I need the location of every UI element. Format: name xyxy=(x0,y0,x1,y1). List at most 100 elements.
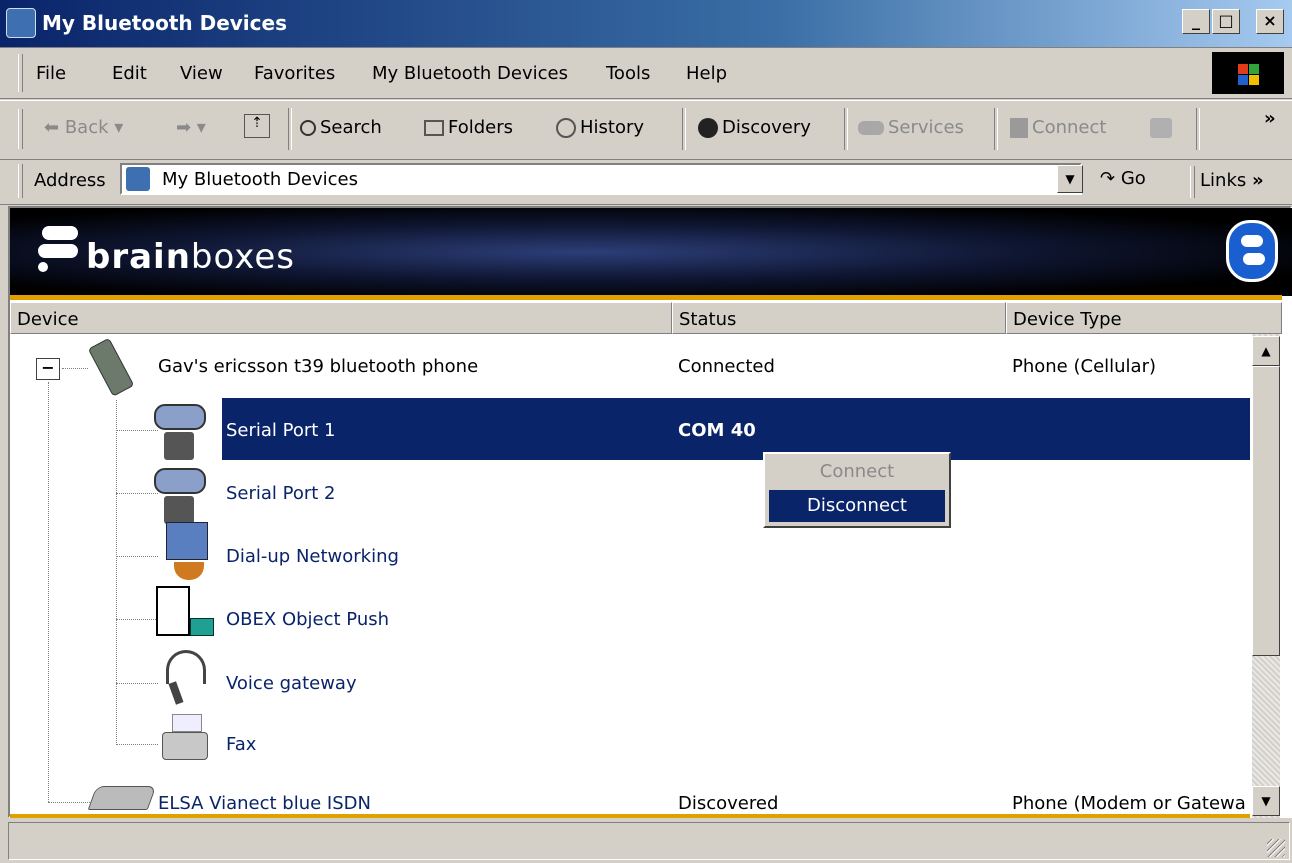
forward-button[interactable]: ➡ ▾ xyxy=(176,117,206,138)
back-arrow-icon: ⬅ xyxy=(44,117,60,138)
tree-line xyxy=(116,430,158,431)
tree-line xyxy=(116,619,158,620)
resize-grip-icon[interactable] xyxy=(1267,839,1285,857)
discovery-button[interactable]: Discovery xyxy=(698,117,811,138)
column-header-device[interactable]: Device xyxy=(10,302,672,334)
menu-file[interactable]: File xyxy=(36,63,66,84)
toolbar-separator xyxy=(682,108,686,150)
arrow-down-icon: ▼ xyxy=(1261,794,1271,808)
service-status: COM 40 xyxy=(678,420,756,441)
device-status: Discovered xyxy=(678,793,779,814)
menu-edit[interactable]: Edit xyxy=(112,63,147,84)
connect-button[interactable]: Connect xyxy=(1010,117,1106,138)
scroll-up-button[interactable]: ▲ xyxy=(1252,336,1280,366)
connect-icon xyxy=(1010,118,1028,138)
links-more-chevron: » xyxy=(1251,170,1264,191)
banner-accent-line xyxy=(10,814,1250,818)
windows-logo-icon xyxy=(1212,52,1284,94)
service-name[interactable]: OBEX Object Push xyxy=(226,609,389,630)
menu-my-bluetooth-devices[interactable]: My Bluetooth Devices xyxy=(372,63,568,84)
properties-button[interactable] xyxy=(1150,117,1176,138)
services-button[interactable]: Services xyxy=(858,117,964,138)
context-menu-connect[interactable]: Connect xyxy=(769,456,945,488)
tree-line xyxy=(116,493,158,494)
context-menu-disconnect[interactable]: Disconnect xyxy=(769,490,945,522)
brainboxes-logo-icon xyxy=(38,226,82,274)
toolbar-grip xyxy=(18,109,23,149)
address-grip xyxy=(18,164,23,198)
context-menu: Connect Disconnect xyxy=(763,452,951,528)
go-arrow-icon: ↷ xyxy=(1100,168,1116,189)
folders-button[interactable]: Folders xyxy=(424,117,513,138)
minimize-button[interactable]: _ xyxy=(1182,9,1210,34)
toolbar-more-chevron[interactable]: » xyxy=(1264,108,1276,129)
go-label: Go xyxy=(1120,168,1146,189)
address-input[interactable]: My Bluetooth Devices xyxy=(120,163,1082,195)
device-type: Phone (Cellular) xyxy=(1012,356,1157,377)
folders-icon xyxy=(424,120,444,136)
obex-object-push-icon xyxy=(156,586,214,648)
up-folder-icon[interactable]: ⇡ xyxy=(244,114,270,138)
back-label: Back xyxy=(64,117,109,138)
toolbar-separator xyxy=(288,108,292,150)
menu-view[interactable]: View xyxy=(180,63,223,84)
brainboxes-badge-icon xyxy=(1226,220,1278,282)
discovery-label: Discovery xyxy=(722,117,811,138)
tree-line xyxy=(116,683,158,684)
bluetooth-devices-icon xyxy=(6,8,36,38)
discovery-icon xyxy=(698,118,718,138)
column-header-device-type[interactable]: Device Type xyxy=(1006,302,1282,334)
collapse-expander[interactable]: − xyxy=(36,358,60,380)
dial-up-networking-icon xyxy=(156,522,214,584)
go-button[interactable]: ↷ Go xyxy=(1100,168,1146,189)
search-label: Search xyxy=(320,117,382,138)
device-status: Connected xyxy=(678,356,775,377)
history-button[interactable]: History xyxy=(556,117,644,138)
tree-line xyxy=(116,744,158,745)
menu-tools[interactable]: Tools xyxy=(606,63,650,84)
tree-line xyxy=(116,556,158,557)
brand-bold: brain xyxy=(86,237,191,277)
headset-icon xyxy=(160,650,214,710)
history-icon xyxy=(556,118,576,138)
menu-grip xyxy=(18,54,23,92)
links-button[interactable]: Links » xyxy=(1200,170,1264,191)
service-name[interactable]: Serial Port 2 xyxy=(226,483,336,504)
links-label: Links xyxy=(1200,170,1247,191)
services-label: Services xyxy=(888,117,964,138)
address-dropdown-button[interactable]: ▼ xyxy=(1057,165,1083,193)
back-dropdown-icon: ▾ xyxy=(114,117,124,138)
menu-favorites[interactable]: Favorites xyxy=(254,63,335,84)
serial-port-icon xyxy=(154,464,210,524)
search-icon xyxy=(300,120,316,136)
scroll-thumb[interactable] xyxy=(1252,366,1280,656)
service-name[interactable]: Voice gateway xyxy=(226,673,357,694)
device-name[interactable]: Gav's ericsson t39 bluetooth phone xyxy=(158,356,478,377)
chevron-down-icon: ▼ xyxy=(1065,172,1075,186)
toolbar-separator xyxy=(994,108,998,150)
tree-line xyxy=(48,382,49,802)
search-button[interactable]: Search xyxy=(300,117,382,138)
window-title: My Bluetooth Devices xyxy=(42,11,287,35)
folders-label: Folders xyxy=(448,117,514,138)
menu-help[interactable]: Help xyxy=(686,63,727,84)
fax-icon xyxy=(162,714,212,768)
properties-icon xyxy=(1150,118,1172,138)
links-grip xyxy=(1190,166,1195,198)
brand-light: boxes xyxy=(190,237,295,277)
close-button[interactable]: × xyxy=(1256,9,1284,34)
column-header-status[interactable]: Status xyxy=(672,302,1006,334)
service-name[interactable]: Fax xyxy=(226,734,256,755)
back-button[interactable]: ⬅ Back ▾ xyxy=(44,117,123,138)
forward-arrow-icon: ➡ ▾ xyxy=(176,117,206,138)
device-name[interactable]: ELSA Vianect blue ISDN xyxy=(158,793,371,814)
maximize-button[interactable]: □ xyxy=(1212,9,1240,34)
service-name[interactable]: Serial Port 1 xyxy=(226,420,336,441)
status-bar xyxy=(8,822,1290,860)
service-name[interactable]: Dial-up Networking xyxy=(226,546,399,567)
scroll-down-button[interactable]: ▼ xyxy=(1252,786,1280,816)
toolbar-separator xyxy=(844,108,848,150)
serial-port-icon xyxy=(154,400,210,460)
banner-accent-line xyxy=(10,295,1282,300)
address-value: My Bluetooth Devices xyxy=(162,169,358,190)
